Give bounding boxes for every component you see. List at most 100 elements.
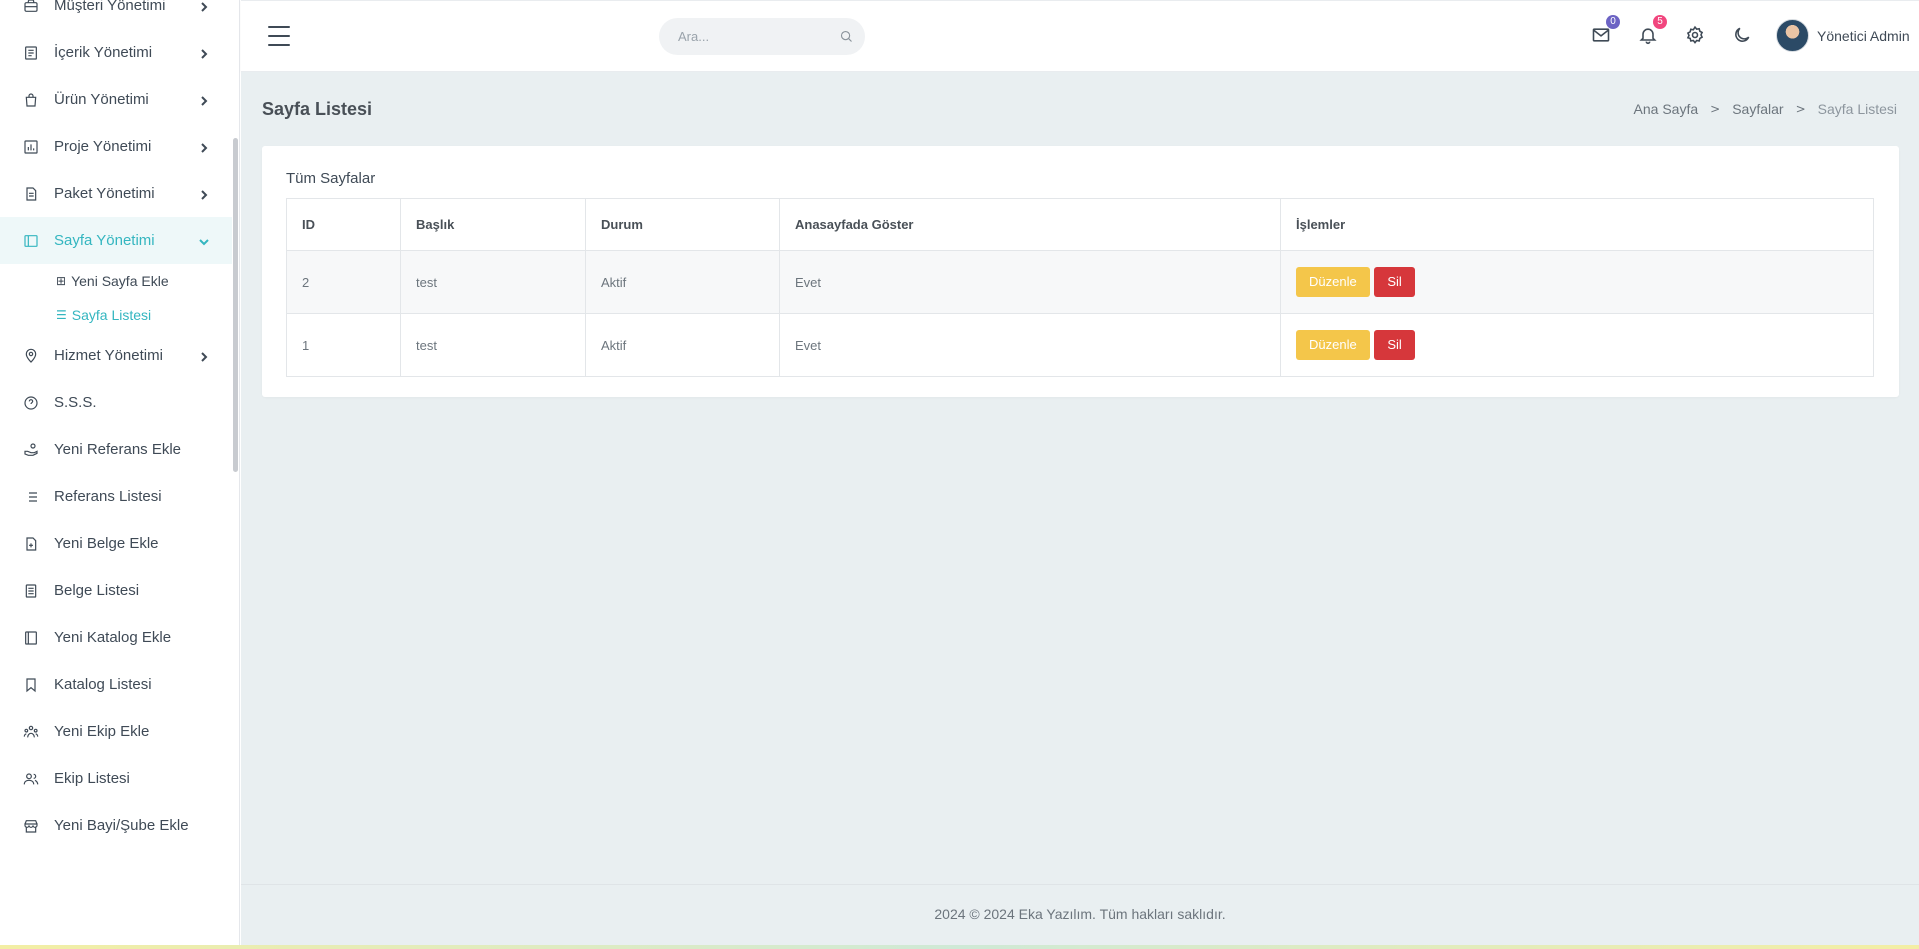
sidebar-item-label: Proje Yönetimi <box>54 138 152 155</box>
sidebar-item-proje-yonetimi[interactable]: Proje Yönetimi <box>0 123 232 170</box>
sidebar-item-yeni-ekip-ekle[interactable]: Yeni Ekip Ekle <box>0 708 232 755</box>
sidebar-item-label: Yeni Ekip Ekle <box>54 723 150 740</box>
dark-mode-toggle[interactable] <box>1732 25 1754 47</box>
breadcrumb-home[interactable]: Ana Sayfa <box>1634 101 1699 117</box>
footer: 2024 © 2024 Eka Yazılım. Tüm hakları sak… <box>241 884 1919 945</box>
search-icon[interactable] <box>839 29 854 44</box>
gear-icon <box>1686 25 1704 44</box>
chevron-right-icon <box>198 188 210 200</box>
cell-status: Aktif <box>585 313 780 377</box>
breadcrumb-pages[interactable]: Sayfalar <box>1732 101 1783 117</box>
list-doc-icon: ☰ <box>56 308 67 322</box>
menu-toggle-button[interactable] <box>268 26 290 46</box>
sidebar-subitem-label: Sayfa Listesi <box>71 307 152 323</box>
user-profile-menu[interactable]: Yönetici Admin <box>1776 19 1910 52</box>
cell-id: 2 <box>286 250 401 314</box>
sidebar-item-icerik-yonetimi[interactable]: İçerik Yönetimi <box>0 29 232 76</box>
footer-copyright: 2024 © 2024 Eka Yazılım. Tüm hakları sak… <box>934 906 1226 922</box>
layout-icon <box>22 232 40 250</box>
file-plus-icon <box>22 535 40 553</box>
users-icon <box>22 770 40 788</box>
sidebar-item-katalog-listesi[interactable]: Katalog Listesi <box>0 661 232 708</box>
file-text-icon <box>22 185 40 203</box>
sidebar-item-yeni-katalog-ekle[interactable]: Yeni Katalog Ekle <box>0 614 232 661</box>
sidebar-item-label: İçerik Yönetimi <box>54 44 153 61</box>
edit-button[interactable]: Düzenle <box>1296 330 1370 360</box>
breadcrumb-current: Sayfa Listesi <box>1817 101 1897 117</box>
cell-status: Aktif <box>585 250 780 314</box>
sidebar-item-yeni-belge-ekle[interactable]: Yeni Belge Ekle <box>0 520 232 567</box>
hamburger-line <box>268 35 290 37</box>
sidebar-item-label: Yeni Katalog Ekle <box>54 629 172 646</box>
cell-title: test <box>400 313 586 377</box>
store-icon <box>22 817 40 835</box>
sidebar-item-label: Hizmet Yönetimi <box>54 347 163 364</box>
sidebar-item-belge-listesi[interactable]: Belge Listesi <box>0 567 232 614</box>
chevron-right-icon: > <box>1710 102 1721 116</box>
book-open-icon <box>22 629 40 647</box>
hand-coins-icon <box>22 441 40 459</box>
sidebar-item-label: Sayfa Yönetimi <box>54 232 155 249</box>
sidebar-item-label: Ürün Yönetimi <box>54 91 149 108</box>
cell-show-home: Evet <box>779 250 1281 314</box>
plus-square-icon: ⊞ <box>56 274 67 288</box>
sidebar-item-yeni-referans-ekle[interactable]: Yeni Referans Ekle <box>0 426 232 473</box>
chevron-down-icon <box>198 235 210 247</box>
chevron-right-icon <box>198 350 210 362</box>
sidebar-item-label: Yeni Belge Ekle <box>54 535 159 552</box>
column-header-show-home: Anasayfada Göster <box>779 198 1281 251</box>
sidebar-item-sayfa-yonetimi[interactable]: Sayfa Yönetimi <box>0 217 232 264</box>
hamburger-line <box>268 44 290 46</box>
edit-button[interactable]: Düzenle <box>1296 267 1370 297</box>
bookmark-icon <box>22 676 40 694</box>
sidebar-item-label: S.S.S. <box>54 394 97 411</box>
mail-icon <box>1592 28 1610 42</box>
pages-card: Tüm Sayfalar ID Başlık Durum Anasayfada … <box>262 146 1899 397</box>
avatar <box>1776 19 1809 52</box>
delete-button[interactable]: Sil <box>1374 330 1415 360</box>
pages-table: ID Başlık Durum Anasayfada Göster İşleml… <box>286 198 1874 377</box>
sidebar-item-label: Yeni Bayi/Şube Ekle <box>54 817 189 834</box>
mail-button[interactable]: 0 <box>1591 15 1620 47</box>
moon-icon <box>1735 27 1750 42</box>
document-icon <box>22 44 40 62</box>
hamburger-line <box>268 26 290 28</box>
sidebar-scrollbar[interactable] <box>233 138 238 472</box>
notification-button[interactable]: 5 <box>1638 15 1667 47</box>
shopping-bag-icon <box>22 91 40 109</box>
briefcase-icon <box>22 0 40 15</box>
sidebar-item-label: Belge Listesi <box>54 582 140 599</box>
sidebar-item-ekip-listesi[interactable]: Ekip Listesi <box>0 755 232 802</box>
page-title: Sayfa Listesi <box>262 99 373 119</box>
chevron-right-icon: > <box>1795 102 1806 116</box>
sidebar-item-label: Referans Listesi <box>54 488 162 505</box>
sidebar-item-hizmet-yonetimi[interactable]: Hizmet Yönetimi <box>0 332 232 379</box>
sidebar-subitem-sayfa-listesi[interactable]: ☰ Sayfa Listesi <box>0 298 232 332</box>
search-input[interactable] <box>659 18 865 55</box>
sidebar-item-urun-yonetimi[interactable]: Ürün Yönetimi <box>0 76 232 123</box>
sidebar-item-label: Yeni Referans Ekle <box>54 441 182 458</box>
sidebar-item-referans-listesi[interactable]: Referans Listesi <box>0 473 232 520</box>
sidebar-item-paket-yonetimi[interactable]: Paket Yönetimi <box>0 170 232 217</box>
notification-badge: 5 <box>1653 15 1667 29</box>
sidebar-item-label: Ekip Listesi <box>54 770 130 787</box>
sidebar-item-sss[interactable]: S.S.S. <box>0 379 232 426</box>
sidebar-menu: Müşteri Yönetimi İçerik Yönetimi Ürün Yö… <box>0 0 232 849</box>
chevron-right-icon <box>198 141 210 153</box>
cell-id: 1 <box>286 313 401 377</box>
sidebar-item-yeni-bayi-sube-ekle[interactable]: Yeni Bayi/Şube Ekle <box>0 802 232 849</box>
chevron-right-icon <box>198 0 210 12</box>
settings-button[interactable] <box>1685 25 1707 47</box>
bar-chart-icon <box>22 138 40 156</box>
main-content: Sayfa Listesi Ana Sayfa > Sayfalar > Say… <box>241 72 1919 884</box>
sidebar-item-musteri-yonetimi[interactable]: Müşteri Yönetimi <box>0 0 232 29</box>
delete-button[interactable]: Sil <box>1374 267 1415 297</box>
sidebar-subitem-yeni-sayfa-ekle[interactable]: ⊞ Yeni Sayfa Ekle <box>0 264 232 298</box>
chevron-right-icon <box>198 47 210 59</box>
help-circle-icon <box>22 394 40 412</box>
user-name: Yönetici Admin <box>1817 27 1910 44</box>
table-header-row: ID Başlık Durum Anasayfada Göster İşleml… <box>286 198 1874 251</box>
sidebar-item-label: Müşteri Yönetimi <box>54 0 166 14</box>
column-header-status: Durum <box>585 198 780 251</box>
sidebar: Müşteri Yönetimi İçerik Yönetimi Ürün Yö… <box>0 0 240 949</box>
